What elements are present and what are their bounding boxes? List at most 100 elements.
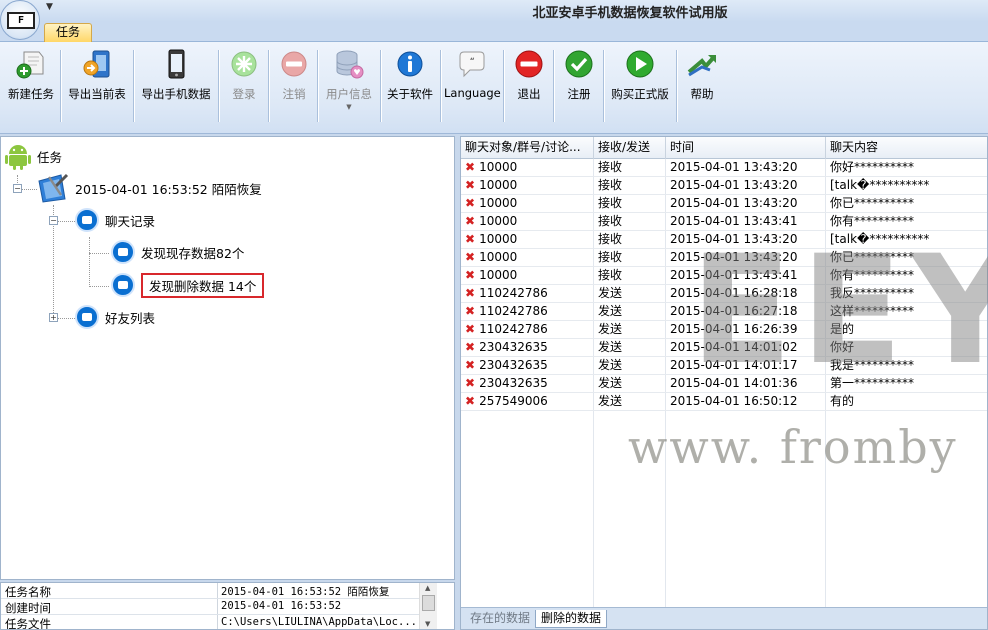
- col-time[interactable]: 时间: [666, 137, 826, 159]
- cell-direction: 发送: [594, 357, 666, 375]
- cell-text: 2015-04-01 14:01:17: [670, 358, 798, 372]
- cell-time: 2015-04-01 13:43:20: [666, 249, 826, 267]
- cell-time: 2015-04-01 14:01:17: [666, 357, 826, 375]
- properties-scrollbar[interactable]: ▲ ▼: [419, 583, 437, 629]
- cell-text: 发送: [598, 376, 623, 390]
- cell-chat-target: ✖ 10000: [461, 231, 594, 249]
- scroll-thumb[interactable]: [422, 595, 435, 611]
- cell-time: 2015-04-01 14:01:02: [666, 339, 826, 357]
- speech-bubble-icon: “: [459, 51, 485, 78]
- tree-deleted-data[interactable]: 发现删除数据 14个: [111, 270, 265, 300]
- table-row[interactable]: ✖ 230432635 发送 2015-04-01 14:01:17 我是*******…: [461, 357, 987, 375]
- login-button[interactable]: 登录: [224, 48, 264, 128]
- cell-text: 发送: [598, 358, 623, 372]
- cell-text: 110242786: [479, 304, 548, 318]
- cell-text: 2015-04-01 13:43:41: [670, 268, 798, 282]
- scroll-up-icon[interactable]: ▲: [425, 584, 430, 592]
- exit-button[interactable]: 退出: [509, 48, 549, 128]
- table-row[interactable]: ✖ 110242786 发送 2015-04-01 16:28:18 我反*******…: [461, 285, 987, 303]
- play-icon: [626, 50, 654, 78]
- tree-existing-data[interactable]: 发现现存数据82个: [111, 237, 244, 267]
- cell-text: 发送: [598, 322, 623, 336]
- deleted-mark-icon: ✖: [465, 340, 476, 354]
- cell-text: 接收: [598, 196, 623, 210]
- export-current-table-button[interactable]: 导出当前表: [64, 48, 130, 128]
- table-row[interactable]: ✖ 110242786 发送 2015-04-01 16:26:39 是的: [461, 321, 987, 339]
- task-tools-icon: [38, 173, 69, 203]
- tab-deleted-data[interactable]: 删除的数据: [535, 610, 608, 628]
- cell-text: 你有**********: [830, 214, 915, 228]
- prop-row-task-name[interactable]: 任务名称 2015-04-01 16:53:52 陌陌恢复: [1, 583, 419, 599]
- tab-existing-data[interactable]: 存在的数据: [465, 610, 535, 628]
- table-row[interactable]: ✖ 110242786 发送 2015-04-01 16:27:18 这样*******…: [461, 303, 987, 321]
- chat-bubble-icon: [111, 273, 135, 297]
- buy-full-version-button[interactable]: 购买正式版: [607, 48, 673, 128]
- deleted-mark-icon: ✖: [465, 376, 476, 390]
- cell-chat-target: ✖ 10000: [461, 195, 594, 213]
- cell-text: 2015-04-01 13:43:20: [670, 178, 798, 192]
- cell-text: 你好: [830, 340, 855, 354]
- table-row[interactable]: ✖ 230432635 发送 2015-04-01 14:01:36 第一*******…: [461, 375, 987, 393]
- cell-content: 你已**********: [826, 195, 987, 213]
- cell-chat-target: ✖ 230432635: [461, 375, 594, 393]
- tree-friend-list[interactable]: 好友列表: [75, 302, 155, 332]
- friends-expand-toggle[interactable]: +: [49, 313, 58, 322]
- table-row[interactable]: ✖ 10000 接收 2015-04-01 13:43:20 [talk�*******…: [461, 231, 987, 249]
- task-collapse-toggle[interactable]: −: [13, 184, 22, 193]
- language-button[interactable]: “ Language: [444, 48, 501, 128]
- cell-time: 2015-04-01 13:43:41: [666, 213, 826, 231]
- cell-text: 发送: [598, 394, 623, 408]
- scroll-down-icon[interactable]: ▼: [425, 620, 430, 628]
- window-title: 北亚安卓手机数据恢复软件试用版: [532, 6, 728, 21]
- table-row[interactable]: ✖ 10000 接收 2015-04-01 13:43:41 你有**********: [461, 267, 987, 285]
- col-content[interactable]: 聊天内容: [826, 137, 987, 159]
- table-row[interactable]: ✖ 10000 接收 2015-04-01 13:43:41 你有**********: [461, 213, 987, 231]
- cell-time: 2015-04-01 13:43:41: [666, 267, 826, 285]
- app-logo[interactable]: F: [0, 0, 40, 40]
- cell-time: 2015-04-01 16:26:39: [666, 321, 826, 339]
- cell-text: 发送: [598, 286, 623, 300]
- chat-collapse-toggle[interactable]: −: [49, 216, 58, 225]
- cell-direction: 发送: [594, 375, 666, 393]
- export-phone-data-button[interactable]: 导出手机数据: [137, 48, 215, 128]
- table-row[interactable]: ✖ 230432635 发送 2015-04-01 14:01:02 你好: [461, 339, 987, 357]
- register-button[interactable]: 注册: [559, 48, 599, 128]
- new-task-button[interactable]: 新建任务: [4, 48, 58, 128]
- logout-button[interactable]: 注销: [274, 48, 314, 128]
- prop-row-task-file[interactable]: 任务文件 C:\Users\LIULINA\AppData\Loc...: [1, 615, 419, 629]
- cell-direction: 发送: [594, 285, 666, 303]
- cell-content: 是的: [826, 321, 987, 339]
- cell-text: 发送: [598, 304, 623, 318]
- tree-root-tasks[interactable]: 任务: [5, 141, 62, 171]
- help-button[interactable]: 帮助: [682, 48, 722, 128]
- cell-text: 230432635: [479, 340, 548, 354]
- col-direction[interactable]: 接收/发送: [594, 137, 666, 159]
- deleted-mark-icon: ✖: [465, 178, 476, 192]
- main-split: − − + 任务 2015-04-01 16:53:52 陌陌恢复 聊天记录 发…: [0, 134, 988, 630]
- table-row[interactable]: ✖ 10000 接收 2015-04-01 13:43:20 你已**********: [461, 249, 987, 267]
- chat-data-panel: 聊天对象/群号/讨论... 接收/发送 时间 聊天内容 ✖ 10000 接收 2015…: [460, 136, 988, 630]
- grid-body: ✖ 10000 接收 2015-04-01 13:43:20 你好********** ✖…: [461, 159, 987, 607]
- cell-time: 2015-04-01 14:01:36: [666, 375, 826, 393]
- cell-direction: 接收: [594, 231, 666, 249]
- table-row[interactable]: ✖ 10000 接收 2015-04-01 13:43:20 你好**********: [461, 159, 987, 177]
- prop-row-create-time[interactable]: 创建时间 2015-04-01 16:53:52: [1, 599, 419, 615]
- cell-text: 10000: [479, 178, 518, 192]
- cell-direction: 发送: [594, 321, 666, 339]
- cell-text: 230432635: [479, 376, 548, 390]
- tree-task-item[interactable]: 2015-04-01 16:53:52 陌陌恢复: [37, 173, 262, 203]
- cell-direction: 发送: [594, 393, 666, 411]
- cell-content: [talk�**********: [826, 231, 987, 249]
- cell-text: 2015-04-01 13:43:20: [670, 160, 798, 174]
- tree-chat-records[interactable]: 聊天记录: [75, 205, 155, 235]
- cell-chat-target: ✖ 10000: [461, 267, 594, 285]
- cell-content: 我是**********: [826, 357, 987, 375]
- cell-text: 2015-04-01 13:43:20: [670, 196, 798, 210]
- tab-task[interactable]: 任务: [44, 23, 92, 42]
- table-row[interactable]: ✖ 10000 接收 2015-04-01 13:43:20 [talk�*******…: [461, 177, 987, 195]
- table-row[interactable]: ✖ 10000 接收 2015-04-01 13:43:20 你已**********: [461, 195, 987, 213]
- user-info-button[interactable]: 用户信息 ▼: [321, 48, 377, 128]
- col-chat-target[interactable]: 聊天对象/群号/讨论...: [461, 137, 594, 159]
- table-row[interactable]: ✖ 257549006 发送 2015-04-01 16:50:12 有的: [461, 393, 987, 411]
- about-button[interactable]: 关于软件: [384, 48, 436, 128]
